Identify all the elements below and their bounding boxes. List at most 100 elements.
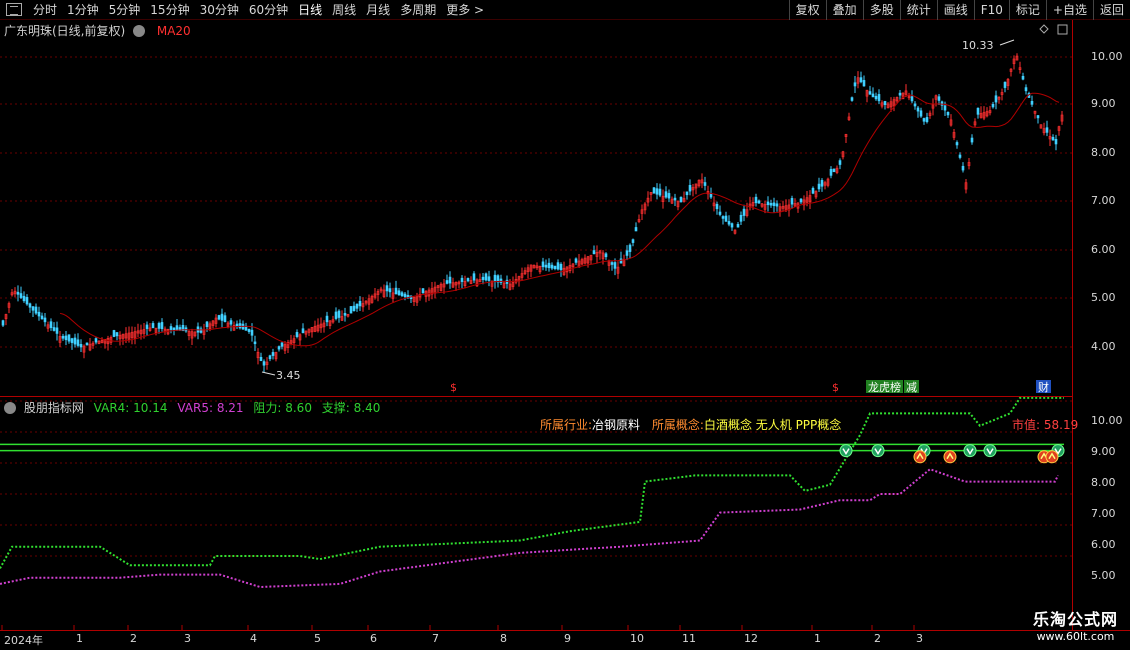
- candle-body: [541, 261, 545, 268]
- market-cap: 市值: 58.19: [1012, 418, 1079, 432]
- toolbar-action-button[interactable]: 叠加: [825, 0, 863, 20]
- candle-body: [397, 290, 401, 296]
- indicator-tick-label: 9.00: [1091, 445, 1116, 458]
- period-tab[interactable]: 更多 >: [441, 1, 489, 18]
- candle-body: [76, 339, 80, 346]
- kline-chart[interactable]: 10.33 3.45 $ $ 龙虎榜减 财: [0, 20, 1072, 630]
- candle-body: [925, 117, 929, 123]
- candle-body: [547, 262, 551, 269]
- toolbar-action-button[interactable]: F10: [973, 0, 1009, 20]
- date-tick-label: 9: [564, 632, 571, 645]
- date-tick-label: 7: [432, 632, 439, 645]
- layout-icon[interactable]: [6, 3, 22, 16]
- industry-key: 所属行业:: [540, 418, 593, 432]
- candle-body: [205, 321, 209, 327]
- candle-body: [145, 324, 149, 329]
- toolbar-action-button[interactable]: 标记: [1008, 0, 1046, 20]
- candle-body: [73, 337, 77, 345]
- candle-body: [247, 328, 251, 332]
- candle-body: [625, 250, 629, 256]
- period-tab[interactable]: 日线: [293, 1, 327, 18]
- candle-body: [493, 274, 497, 282]
- candle-body: [67, 334, 71, 342]
- resistance-value: 阻力: 8.60: [253, 401, 312, 415]
- candle-body: [280, 342, 284, 347]
- candle-body: [37, 311, 41, 317]
- date-tick-label: 6: [370, 632, 377, 645]
- candle-body: [937, 96, 941, 101]
- period-tab[interactable]: 分时: [28, 1, 62, 18]
- industry-value: 冶钢原料: [592, 418, 641, 432]
- candle-body: [1021, 75, 1025, 80]
- toolbar-action-button[interactable]: 返回: [1092, 0, 1130, 20]
- date-axis: 2024年 1 2 3 4 5 6 7 8 9 10 11 12 1 2 3: [0, 631, 1072, 650]
- toolbar-action-button[interactable]: 画线: [936, 0, 974, 20]
- candle-body: [724, 215, 728, 222]
- period-tab[interactable]: 5分钟: [104, 1, 146, 18]
- period-tab[interactable]: 60分钟: [244, 1, 293, 18]
- period-tab[interactable]: 15分钟: [145, 1, 194, 18]
- period-tab[interactable]: 1分钟: [62, 1, 104, 18]
- candle-body: [25, 297, 29, 305]
- candle-body: [394, 287, 398, 295]
- indicator-tick-label: 5.00: [1091, 569, 1116, 582]
- candle-body: [613, 262, 617, 269]
- period-tab[interactable]: 多周期: [395, 1, 441, 18]
- top-toolbar: 分时 1分钟 5分钟 15分钟 30分钟 60分钟 日线 周线 月线 多周期 更多 > 复权 叠加 多股…: [0, 0, 1130, 20]
- candle-body: [610, 262, 614, 265]
- high-marker-label: 10.33: [962, 39, 994, 52]
- candle-body: [271, 352, 275, 356]
- candle-body: [49, 321, 53, 328]
- period-tab[interactable]: 30分钟: [195, 1, 244, 18]
- candle-body: [217, 315, 221, 320]
- candle-body: [499, 278, 503, 283]
- candle-body: [898, 92, 902, 96]
- toolbar-action-button[interactable]: 多股: [862, 0, 900, 20]
- candle-body: [730, 223, 734, 228]
- candle-body: [79, 344, 83, 348]
- candle-body: [481, 276, 485, 280]
- candle-body: [883, 101, 887, 105]
- concept-value: 白酒概念 无人机 PPP概念: [703, 418, 842, 432]
- candle-body: [829, 168, 833, 176]
- candle-body: [943, 105, 947, 111]
- toolbar-action-button[interactable]: 复权: [788, 0, 826, 20]
- candle-body: [1045, 127, 1049, 133]
- date-tick-label: 5: [314, 632, 321, 645]
- price-tick-label: 6.00: [1091, 243, 1116, 256]
- period-tab[interactable]: 月线: [361, 1, 395, 18]
- chevron-down-icon[interactable]: [4, 402, 16, 414]
- candle-body: [991, 103, 995, 108]
- candle-body: [994, 95, 998, 103]
- candle-body: [817, 183, 821, 190]
- candle-body: [19, 293, 23, 298]
- price-tick-label: 5.00: [1091, 291, 1116, 304]
- candle-body: [250, 329, 254, 336]
- candle-body: [871, 93, 875, 98]
- event-tag: $: [450, 381, 457, 394]
- candle-body: [487, 276, 491, 281]
- toolbar-action-button[interactable]: +自选: [1045, 0, 1093, 20]
- candle-body: [757, 200, 761, 204]
- watermark: 乐淘公式网 www.60lt.com: [1033, 606, 1118, 643]
- candle-body: [919, 110, 923, 117]
- toolbar-action-button[interactable]: 统计: [899, 0, 937, 20]
- period-tab[interactable]: 周线: [327, 1, 361, 18]
- event-tag: $: [832, 381, 839, 394]
- diamond-icon: [1039, 24, 1049, 34]
- panel-close-icon: [1057, 24, 1068, 35]
- candle-body: [445, 280, 449, 284]
- candle-body: [727, 221, 731, 225]
- candle-body: [976, 107, 980, 115]
- candle-body: [739, 214, 743, 222]
- candle-body: [634, 227, 638, 232]
- date-tick-label: 2024年: [4, 634, 43, 647]
- candle-body: [349, 306, 353, 314]
- event-tag: 财: [1038, 380, 1049, 394]
- price-tick-label: 10.00: [1091, 50, 1123, 63]
- candle-body: [619, 258, 623, 264]
- date-tick-label: 2: [130, 632, 137, 645]
- candle-body: [385, 285, 389, 292]
- date-tick-label: 10: [630, 632, 644, 645]
- concept-info: 所属行业:冶钢原料 所属概念:白酒概念 无人机 PPP概念: [540, 416, 841, 433]
